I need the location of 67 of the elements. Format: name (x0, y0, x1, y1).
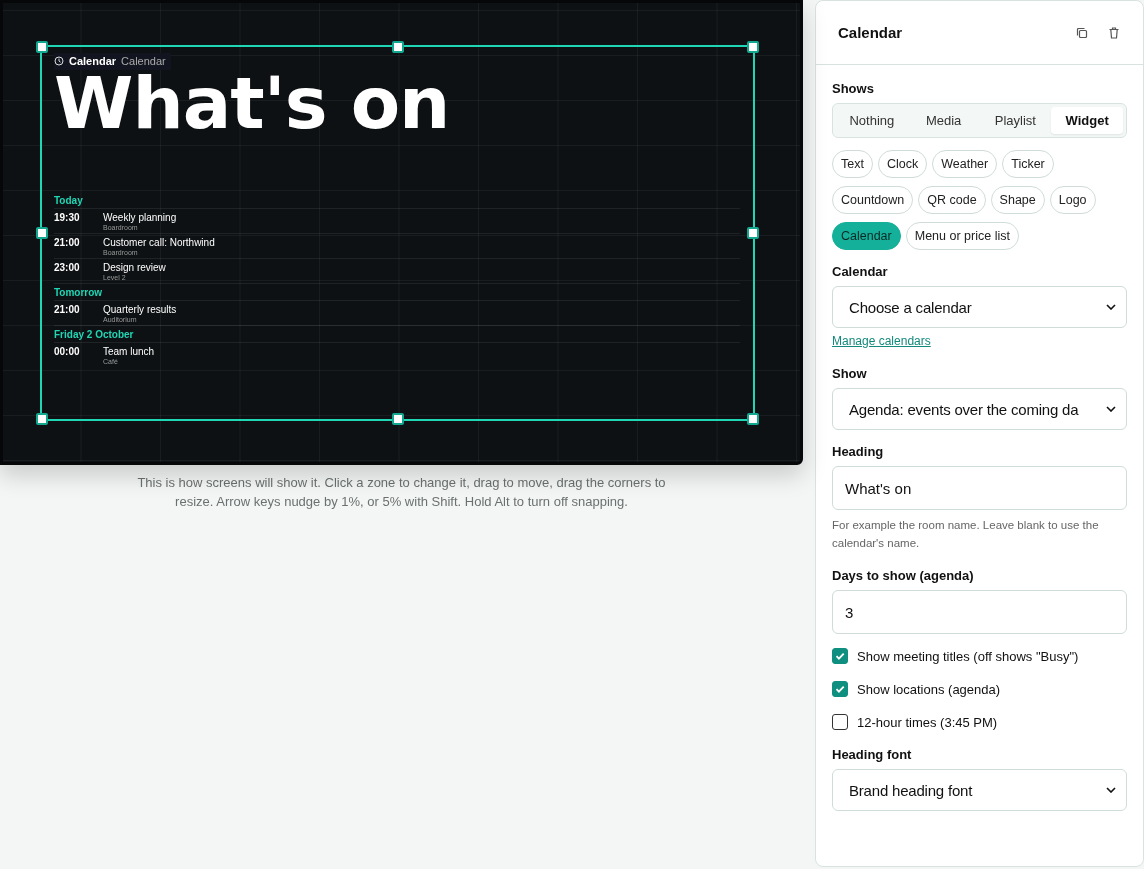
resize-handle[interactable] (36, 41, 48, 53)
check-icon (834, 683, 846, 695)
resize-handle[interactable] (391, 413, 404, 425)
widget-chip[interactable]: Shape (990, 186, 1045, 214)
event-time: 19:30 (54, 212, 81, 225)
resize-handle[interactable] (391, 41, 404, 53)
panel-title: Calendar (838, 24, 904, 41)
event-title: Quarterly results (103, 304, 177, 315)
source-tab[interactable]: Nothing (836, 107, 908, 134)
chevron-icon (1106, 787, 1116, 793)
checkbox[interactable] (832, 714, 848, 730)
field-hint: For example the room name. Leave blank to use the calendar's name. (832, 518, 1100, 551)
widget-chip[interactable]: Logo (1049, 186, 1096, 214)
field-label: Shows (832, 81, 875, 96)
widget-chip[interactable]: QR code (918, 186, 986, 214)
field-label: Heading (832, 444, 885, 459)
widget-chip[interactable]: Menu or price list (905, 222, 1019, 250)
zone-name: Calendar (69, 55, 117, 67)
input-field[interactable]: What's on (832, 466, 1127, 510)
checkbox[interactable] (832, 648, 848, 664)
preview-caption: This is how screens will show it. Click a zone to change it, drag to move, drag the corners to resize. Arrow keys nudge by 1%, or 5% with Shift. Hold Alt to turn off snapping. (136, 474, 667, 511)
calendar-heading: What's on (54, 64, 451, 142)
source-tab[interactable]: Widget (1051, 107, 1123, 134)
widget-chip[interactable]: Calendar (832, 222, 901, 250)
source-tab[interactable]: Media (907, 107, 980, 134)
duplicate-icon[interactable] (1075, 25, 1089, 40)
widget-chip[interactable]: Text (832, 150, 873, 178)
widget-chip[interactable]: Countdown (832, 186, 914, 214)
resize-handle[interactable] (747, 227, 759, 239)
widget-chip[interactable]: Clock (877, 150, 928, 178)
select-field[interactable]: Brand heading font (832, 769, 1127, 811)
trash-icon[interactable] (1107, 25, 1121, 40)
checkbox-label: 12-hour times (3:45 PM) (857, 714, 998, 730)
zone-type: Calendar (121, 55, 166, 67)
manage-link[interactable]: Manage calendars (832, 334, 931, 348)
chevron-icon (1106, 304, 1116, 310)
widget-chip[interactable]: Ticker (1002, 150, 1054, 178)
event-time: 21:00 (54, 304, 81, 317)
field-label: Days to show (agenda) (832, 568, 975, 583)
day-heading: Today (54, 192, 740, 209)
chevron-icon (1106, 406, 1116, 412)
event-title: Design review (103, 262, 166, 273)
input-field[interactable]: 3 (832, 590, 1127, 634)
checkbox[interactable] (832, 681, 848, 697)
field-label: Show (832, 366, 868, 381)
event-time: 23:00 (54, 262, 81, 275)
resize-handle[interactable] (36, 413, 48, 425)
resize-handle[interactable] (36, 227, 48, 239)
clock-icon (54, 56, 64, 66)
event-title: Team lunch (103, 346, 155, 357)
source-tab[interactable]: Playlist (979, 107, 1052, 134)
checkbox-label: Show locations (agenda) (857, 681, 1001, 697)
event-time: 00:00 (54, 346, 81, 359)
event-title: Weekly planning (103, 212, 177, 223)
select-field[interactable]: Agenda: events over the coming da (832, 388, 1127, 430)
field-label: Heading font (832, 747, 913, 762)
day-heading: Tomorrow (54, 284, 740, 301)
event-title: Customer call: Northwind (103, 237, 215, 248)
checkbox-label: Show meeting titles (off shows "Busy") (857, 648, 1079, 664)
resize-handle[interactable] (747, 413, 759, 425)
field-label: Calendar (832, 264, 889, 279)
widget-chip[interactable]: Weather (932, 150, 998, 178)
resize-handle[interactable] (747, 41, 759, 53)
day-heading: Friday 2 October (54, 326, 740, 343)
check-icon (834, 650, 846, 662)
select-field[interactable]: Choose a calendar (832, 286, 1127, 328)
event-time: 21:00 (54, 237, 81, 250)
